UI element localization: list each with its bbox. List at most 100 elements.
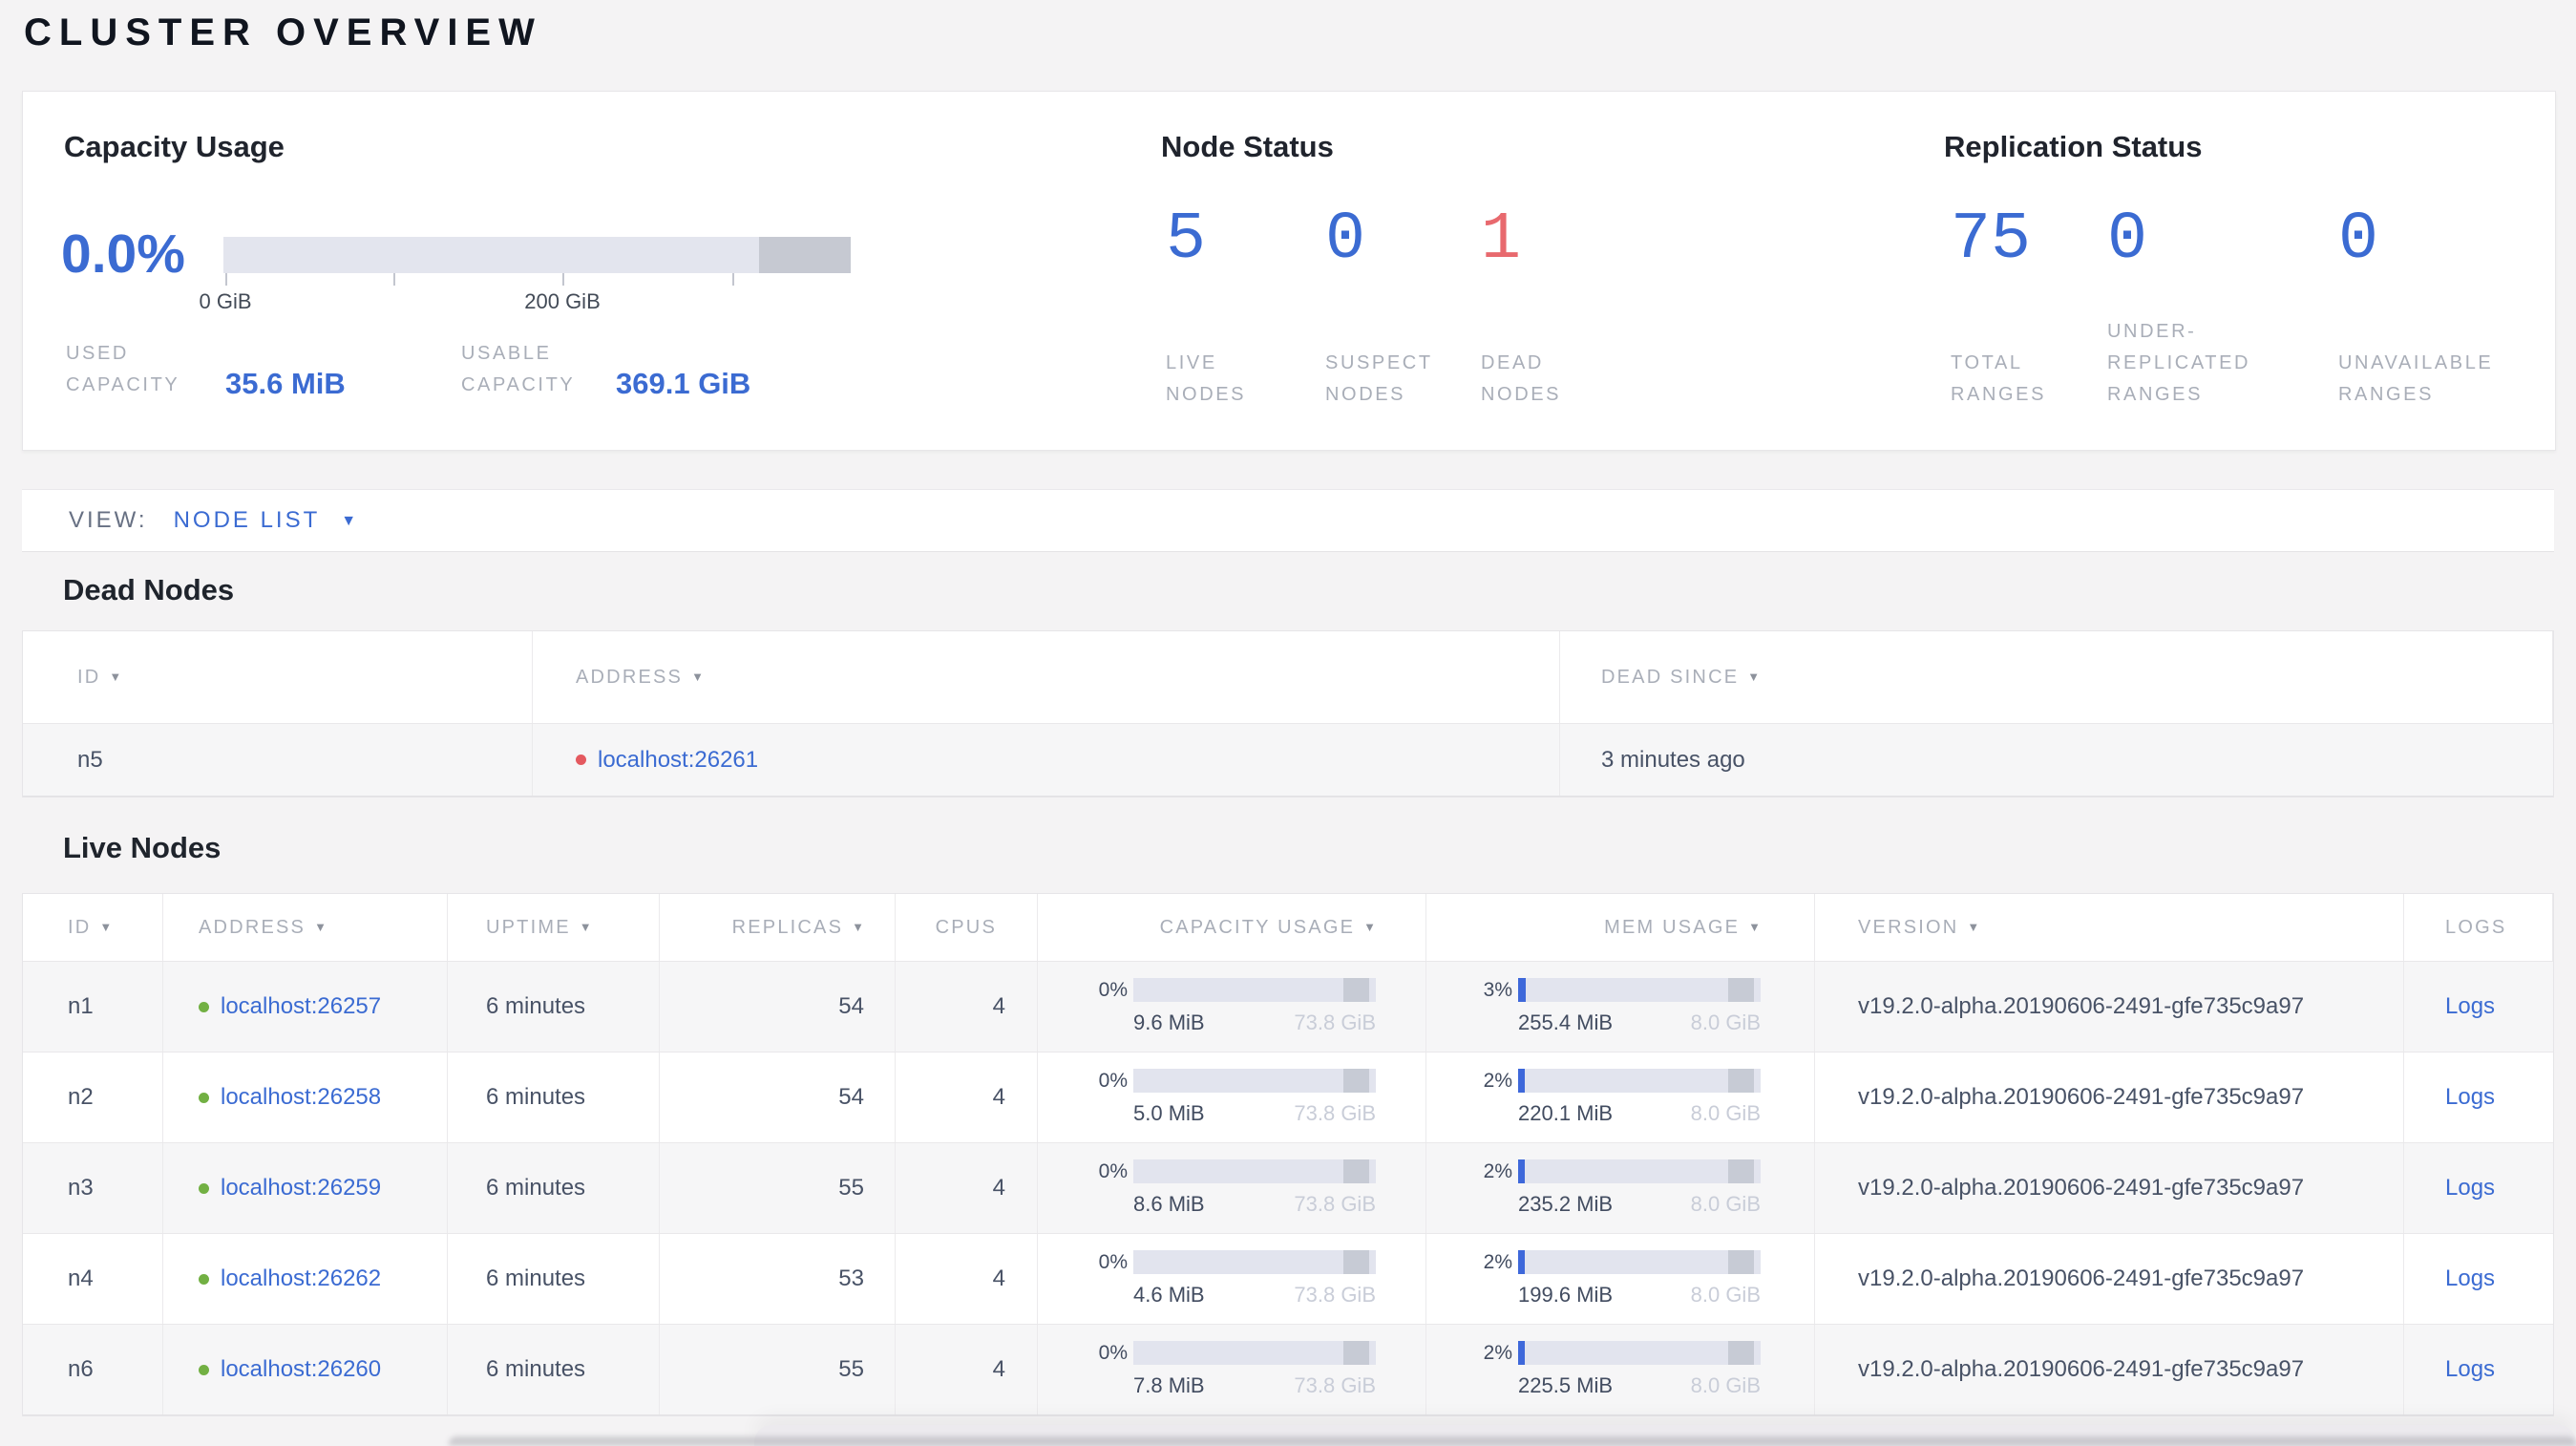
mem-bar-fill <box>1518 978 1526 1002</box>
sort-caret-icon: ▼ <box>314 919 327 934</box>
capacity-bar-dark-segment <box>1343 1341 1369 1365</box>
chevron-down-icon: ▼ <box>341 513 357 529</box>
capacity-percent: 0% <box>1098 1250 1128 1273</box>
mem-bar-fill <box>1518 1069 1525 1093</box>
node-address-link[interactable]: localhost:26260 <box>221 1356 381 1383</box>
mem-bar-dark-segment <box>1728 1341 1754 1365</box>
column-header[interactable]: ADDRESS ▼ <box>533 631 1560 723</box>
usable-capacity-label: USABLE CAPACITY <box>461 343 576 395</box>
node-address-link[interactable]: localhost:26261 <box>598 747 758 774</box>
node-id: n6 <box>68 1356 94 1382</box>
capacity-usage-meter: 0% 9.6 MiB 73.8 GiB <box>1087 978 1376 1035</box>
dead-node-row: n5 localhost:26261 3 minutes ago <box>23 724 2553 797</box>
live-status-dot-icon <box>199 1273 209 1285</box>
replicas-value: 55 <box>838 1356 864 1382</box>
capacity-usage-title: Capacity Usage <box>64 130 285 163</box>
mem-usage-meter: 2% 220.1 MiB 8.0 GiB <box>1472 1069 1761 1126</box>
node-id: n4 <box>68 1265 94 1291</box>
axis-label-200: 200 GiB <box>524 289 601 313</box>
version-value: v19.2.0-alpha.20190606-2491-gfe735c9a97 <box>1858 1356 2305 1382</box>
sort-caret-icon: ▼ <box>99 919 113 934</box>
logs-link[interactable]: Logs <box>2445 1084 2495 1111</box>
replicas-value: 55 <box>838 1175 864 1201</box>
column-header[interactable]: UPTIME ▼ <box>448 894 660 961</box>
mem-bar <box>1518 1069 1761 1093</box>
mem-usage-meter: 3% 255.4 MiB 8.0 GiB <box>1472 978 1761 1035</box>
cluster-summary-card: Capacity Usage 0.0% 0 GiB 200 GiB USED C… <box>22 91 2556 451</box>
column-header[interactable]: VERSION ▼ <box>1815 894 2404 961</box>
bottom-overlay-shadow-dark <box>449 1436 2576 1446</box>
version-value: v19.2.0-alpha.20190606-2491-gfe735c9a97 <box>1858 1265 2305 1291</box>
axis-label-zero: 0 GiB <box>199 289 252 313</box>
sort-caret-icon: ▼ <box>579 919 592 934</box>
mem-usage-meter: 2% 225.5 MiB 8.0 GiB <box>1472 1341 1761 1398</box>
used-capacity-value: 35.6 MiB <box>225 367 346 400</box>
replication-status-title: Replication Status <box>1944 130 2203 163</box>
view-mode-selected[interactable]: NODE LIST <box>174 507 321 534</box>
capacity-bar <box>1133 1341 1376 1365</box>
sort-caret-icon: ▼ <box>1363 919 1376 934</box>
logs-link[interactable]: Logs <box>2445 1356 2495 1383</box>
total-ranges-label: TOTAL RANGES <box>1951 352 2047 405</box>
mem-percent: 2% <box>1483 1069 1512 1092</box>
view-bar: VIEW: NODE LIST ▼ <box>22 489 2554 552</box>
sort-caret-icon: ▼ <box>109 669 122 684</box>
capacity-used-value: 7.8 MiB <box>1133 1373 1205 1397</box>
live-node-row: n2 localhost:26258 6 minutes 54 4 0% 5.0… <box>23 1053 2553 1143</box>
used-capacity-label: USED CAPACITY <box>66 343 180 395</box>
stat-unavailable-ranges: 0 UNAVAILABLE RANGES <box>2338 204 2539 411</box>
logs-link[interactable]: Logs <box>2445 993 2495 1020</box>
under-replicated-label: UNDER- REPLICATED RANGES <box>2107 321 2251 405</box>
view-mode-dropdown[interactable]: NODE LIST ▼ <box>174 507 357 534</box>
node-address-link[interactable]: localhost:26262 <box>221 1265 381 1292</box>
uptime-value: 6 minutes <box>486 1265 586 1291</box>
mem-used-value: 255.4 MiB <box>1518 1010 1614 1034</box>
capacity-usage-bar: 0 GiB 200 GiB <box>199 237 851 313</box>
cpus-value: 4 <box>992 1356 1005 1382</box>
column-header[interactable]: CPUS <box>896 894 1038 961</box>
column-header[interactable]: ID ▼ <box>23 894 163 961</box>
node-address-link[interactable]: localhost:26258 <box>221 1084 381 1111</box>
capacity-bar-dark-segment <box>1343 1069 1369 1093</box>
capacity-bar-dark-segment <box>1343 1159 1369 1183</box>
live-node-row: n3 localhost:26259 6 minutes 55 4 0% 8.6… <box>23 1143 2553 1234</box>
dead-nodes-table: ID ▼ ADDRESS ▼ DEAD SINCE ▼ n5 localhost… <box>22 630 2554 797</box>
cpus-value: 4 <box>992 1265 1005 1291</box>
column-header[interactable]: LOGS <box>2404 894 2553 961</box>
node-status-title: Node Status <box>1161 130 1334 163</box>
live-nodes-header-row: ID ▼ ADDRESS ▼ UPTIME ▼ REPLICAS ▼ CPUS <box>23 894 2553 962</box>
cpus-value: 4 <box>992 1175 1005 1201</box>
logs-link[interactable]: Logs <box>2445 1265 2495 1292</box>
logs-link[interactable]: Logs <box>2445 1175 2495 1201</box>
stat-under-replicated-ranges: 0 UNDER- REPLICATED RANGES <box>2107 204 2298 411</box>
live-node-row: n6 localhost:26260 6 minutes 55 4 0% 7.8… <box>23 1325 2553 1415</box>
mem-percent: 2% <box>1483 1159 1512 1182</box>
live-nodes-count: 5 <box>1166 202 1207 278</box>
page-title: CLUSTER OVERVIEW <box>24 11 542 53</box>
mem-percent: 2% <box>1483 1341 1512 1364</box>
mem-bar-fill <box>1518 1341 1525 1365</box>
axis-tick <box>393 273 395 286</box>
node-address-link[interactable]: localhost:26259 <box>221 1175 381 1201</box>
node-address-link[interactable]: localhost:26257 <box>221 993 381 1020</box>
column-header[interactable]: ADDRESS ▼ <box>163 894 448 961</box>
capacity-usage-meter: 0% 4.6 MiB 73.8 GiB <box>1087 1250 1376 1308</box>
column-header[interactable]: MEM USAGE ▼ <box>1426 894 1815 961</box>
capacity-total-value: 73.8 GiB <box>1294 1010 1376 1034</box>
capacity-used-value: 4.6 MiB <box>1133 1283 1205 1307</box>
cpus-value: 4 <box>992 1084 1005 1110</box>
column-header[interactable]: DEAD SINCE ▼ <box>1560 631 2553 723</box>
sort-caret-icon: ▼ <box>1748 919 1761 934</box>
mem-bar <box>1518 1341 1761 1365</box>
capacity-bar <box>1133 1069 1376 1093</box>
replicas-value: 54 <box>838 993 864 1019</box>
column-header[interactable]: ID ▼ <box>23 631 533 723</box>
mem-used-value: 220.1 MiB <box>1518 1101 1614 1125</box>
view-label: VIEW: <box>69 507 148 533</box>
uptime-value: 6 minutes <box>486 1175 586 1201</box>
column-header[interactable]: REPLICAS ▼ <box>660 894 896 961</box>
mem-total-value: 8.0 GiB <box>1690 1283 1761 1307</box>
capacity-total-value: 73.8 GiB <box>1294 1192 1376 1216</box>
column-header[interactable]: CAPACITY USAGE ▼ <box>1038 894 1426 961</box>
mem-bar-dark-segment <box>1728 1069 1754 1093</box>
